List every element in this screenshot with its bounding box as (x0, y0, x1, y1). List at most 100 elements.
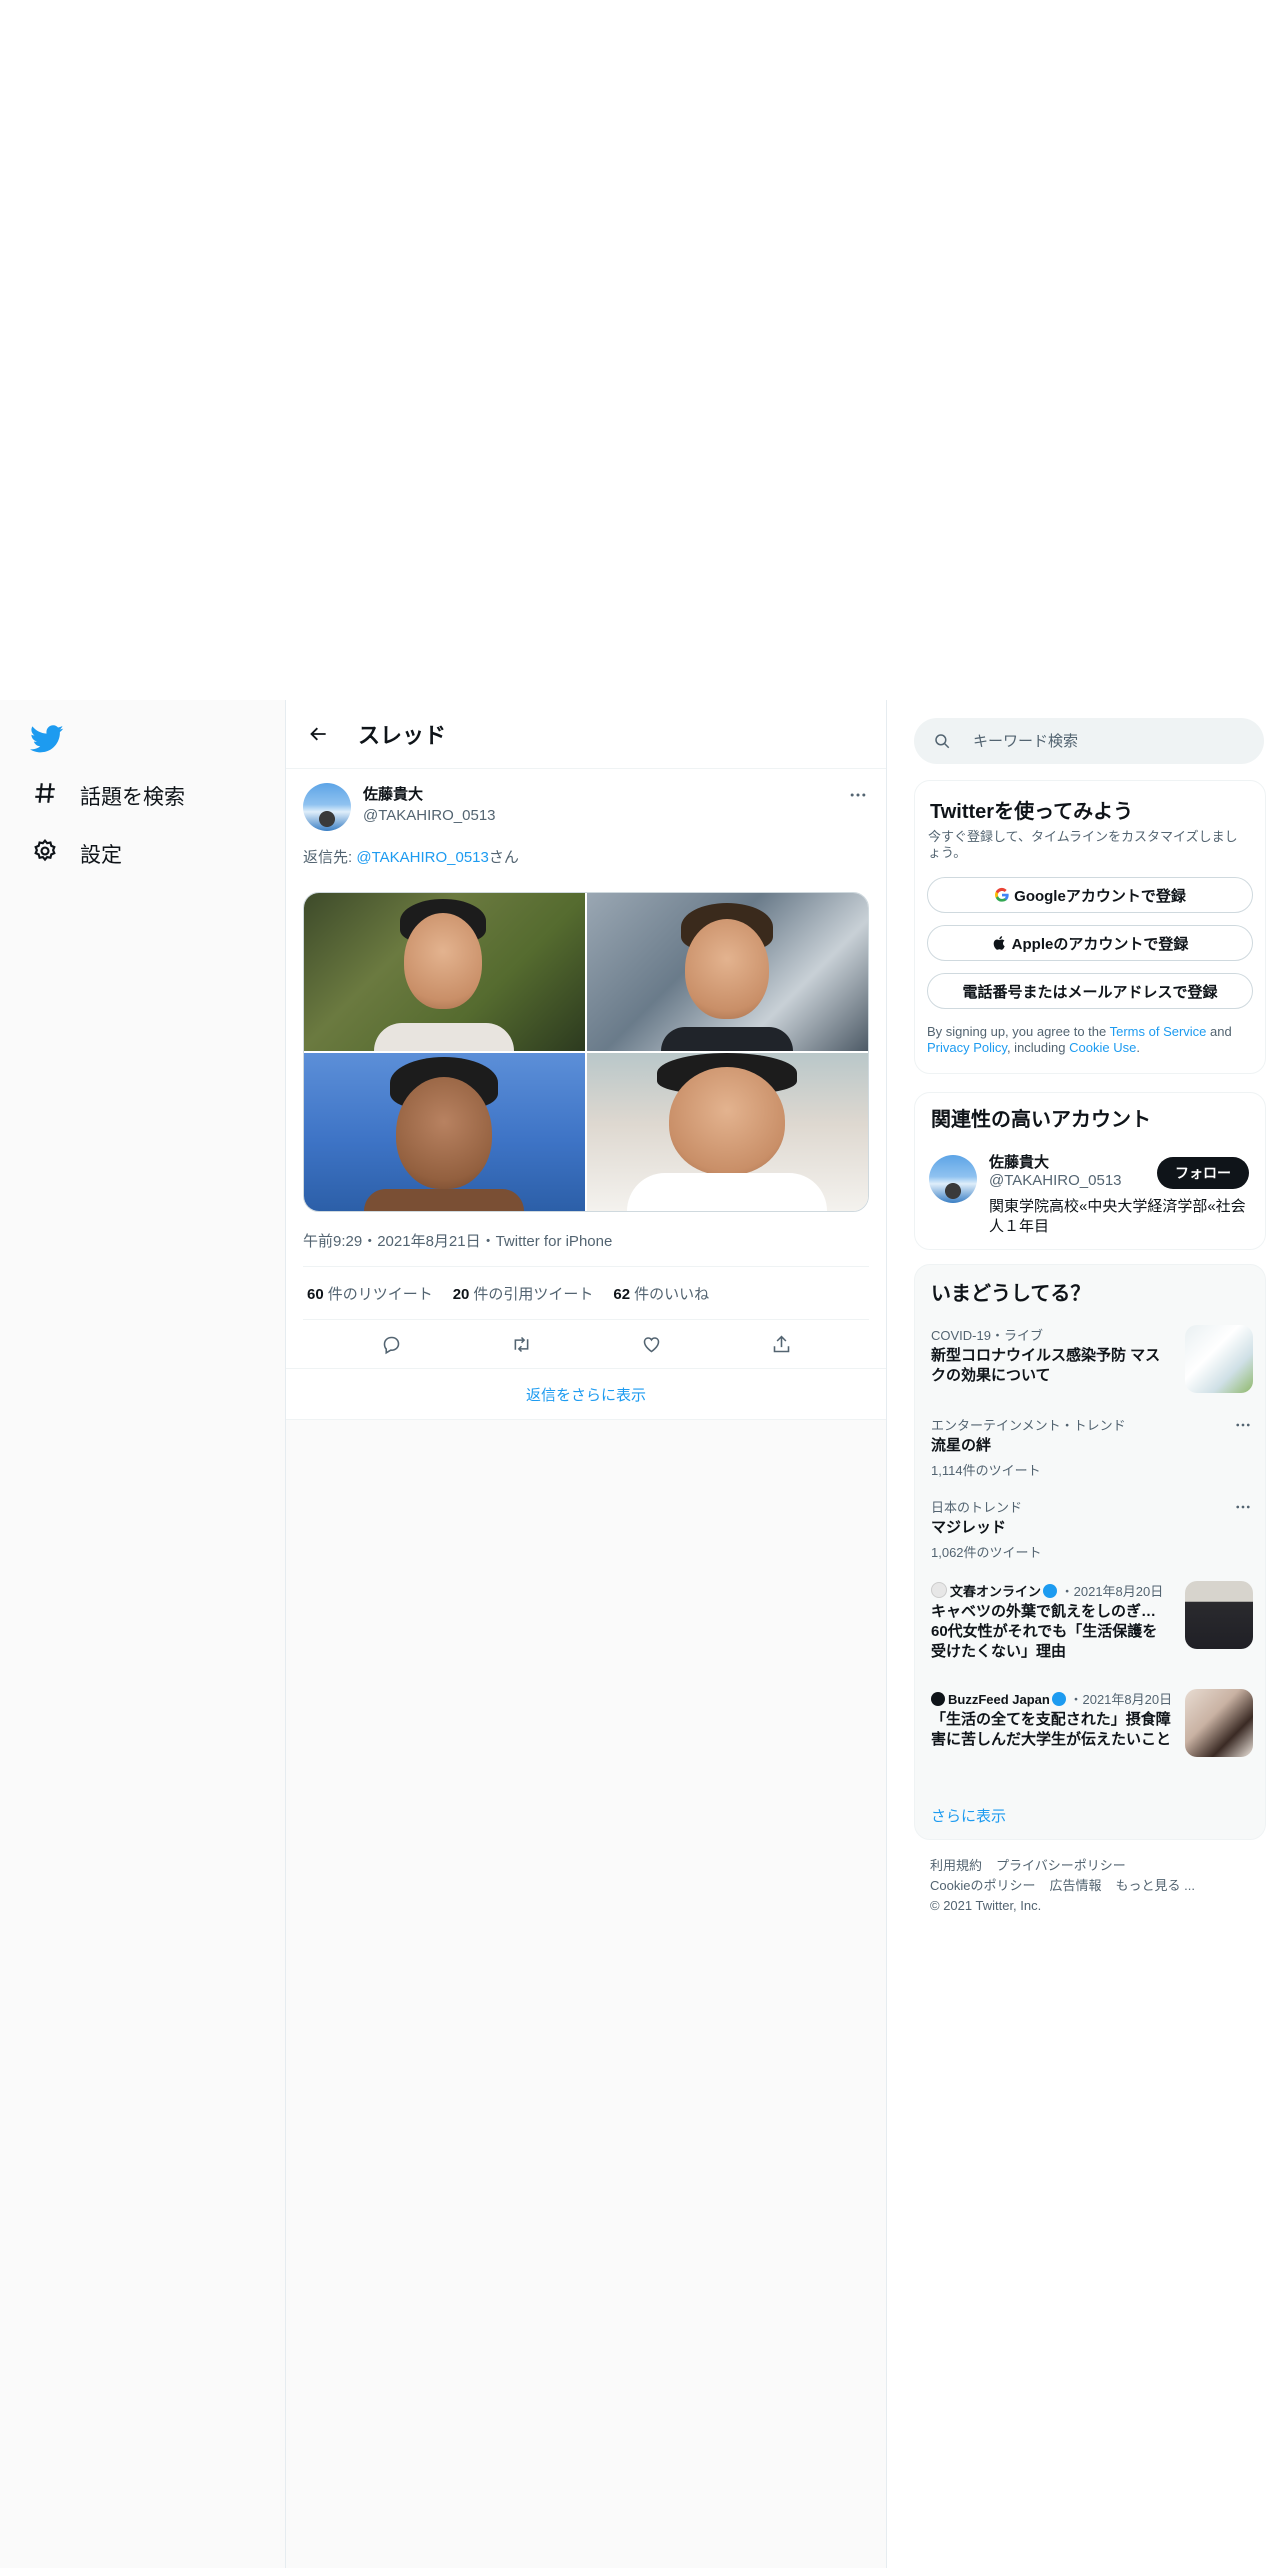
more-dots-icon[interactable] (1233, 1497, 1253, 1517)
show-more-trends-link[interactable]: さらに表示 (931, 1805, 1006, 1826)
share-button[interactable] (763, 1326, 799, 1362)
footer: 利用規約 プライバシーポリシー Cookieのポリシー 広告情報 もっと見る ... … (930, 1856, 1260, 1916)
apple-icon (993, 936, 1005, 950)
news-source-icon (931, 1692, 945, 1706)
news-date: ・2021年8月20日 (1060, 1584, 1164, 1599)
copyright: © 2021 Twitter, Inc. (930, 1898, 1042, 1913)
retweet-icon (514, 1336, 528, 1352)
footer-link-ads[interactable]: 広告情報 (1049, 1878, 1101, 1893)
news-title: キャベツの外葉で飢えをしのぎ…60代女性がそれでも「生活保護を受けたくない」理由 (931, 1603, 1158, 1660)
terms-text: By signing up, you agree to the (927, 1024, 1110, 1039)
quotes-stat[interactable]: 20 件の引用ツイート (453, 1283, 594, 1304)
related-bio: 関東学院高校«中央大学経済学部«社会人１年目 (989, 1198, 1246, 1235)
news-source-icon (931, 1582, 947, 1598)
footer-link-more[interactable]: もっと見る ... (1115, 1878, 1194, 1893)
nav-settings[interactable]: 設定 (32, 838, 122, 870)
more-dots-icon[interactable] (1233, 1415, 1253, 1435)
signup-terms: By signing up, you agree to the Terms of… (927, 1024, 1253, 1056)
reply-to: 返信先: @TAKAHIRO_0513さん (286, 833, 886, 868)
share-icon (773, 1335, 789, 1352)
nav-explore[interactable]: 話題を検索 (32, 780, 185, 812)
search-input[interactable] (971, 731, 1235, 751)
thread-header: スレッド (286, 700, 886, 769)
quotes-label: 件の引用ツイート (473, 1285, 594, 1303)
trend-thumbnail[interactable] (1185, 1325, 1253, 1393)
left-nav: 話題を検索 設定 (0, 700, 285, 2568)
footer-links-row: 利用規約 プライバシーポリシー (930, 1856, 1260, 1876)
follow-button[interactable]: フォロー (1157, 1157, 1249, 1189)
likes-stat[interactable]: 62 件のいいね (613, 1283, 709, 1304)
news-thumbnail[interactable] (1185, 1581, 1253, 1649)
trends-title: いまどうしてる？ (931, 1283, 1091, 1305)
terms-text: , including (1006, 1040, 1070, 1055)
tweet-photo-3[interactable] (304, 1053, 585, 1211)
phone-email-signup-label: 電話番号またはメールアドレスで登録 (962, 983, 1218, 1001)
retweets-label: 件のリツイート (327, 1285, 433, 1303)
trend-title: 新型コロナウイルス感染予防 マスクの効果について (931, 1347, 1161, 1384)
like-button[interactable] (633, 1326, 669, 1362)
reply-icon (383, 1336, 399, 1354)
trend-item[interactable]: 日本のトレンド マジレッド 1,062件のツイート (931, 1497, 1253, 1561)
signup-subtitle: 今すぐ登録して、タイムラインをカスタマイズしましょう。 (928, 829, 1238, 860)
news-title: 「生活の全てを支配された」摂食障害に苦しんだ大学生が伝えたいこと (931, 1711, 1172, 1748)
nav-settings-label: 設定 (80, 844, 122, 867)
trend-context: 日本のトレンド (931, 1500, 1023, 1515)
twitter-logo-icon[interactable] (30, 722, 70, 762)
news-item[interactable]: BuzzFeed Japan ・2021年8月20日 「生活の全てを支配された」… (931, 1689, 1253, 1757)
app: 話題を検索 設定 スレッド 佐藤貴大 @TAKAHIRO_0513 返信先: @… (0, 700, 1284, 2568)
heart-icon (643, 1336, 659, 1352)
apple-signup-label: Appleのアカウントで登録 (1011, 935, 1189, 953)
verified-badge-icon (1043, 1584, 1058, 1598)
related-title: 関連性の高いアカウント (931, 1109, 1151, 1131)
news-item[interactable]: 文春オンライン ・2021年8月20日 キャベツの外葉で飢えをしのぎ…60代女性… (931, 1581, 1253, 1662)
footer-link-privacy[interactable]: プライバシーポリシー (996, 1858, 1126, 1873)
news-source: BuzzFeed Japan (948, 1692, 1050, 1707)
tweet-media-grid (303, 892, 869, 1212)
google-signup-button[interactable]: Googleアカウントで登録 (927, 877, 1253, 913)
cookie-use-link[interactable]: Cookie Use (1069, 1040, 1136, 1055)
back-button[interactable] (301, 716, 337, 752)
hashtag-icon (32, 780, 58, 812)
search-box[interactable] (914, 718, 1264, 764)
phone-email-signup-button[interactable]: 電話番号またはメールアドレスで登録 (927, 973, 1253, 1009)
tweet: 佐藤貴大 @TAKAHIRO_0513 返信先: @TAKAHIRO_0513さ… (286, 769, 886, 1420)
retweets-stat[interactable]: 60 件のリツイート (307, 1283, 433, 1304)
news-date: ・2021年8月20日 (1069, 1692, 1171, 1707)
arrow-left-icon (310, 727, 326, 741)
news-source-line: BuzzFeed Japan ・2021年8月20日 (931, 1689, 1171, 1708)
show-more-replies-link[interactable]: 返信をさらに表示 (286, 1368, 886, 1420)
footer-link-terms[interactable]: 利用規約 (930, 1858, 982, 1873)
gear-icon (32, 838, 58, 870)
tweet-photo-2[interactable] (587, 893, 868, 1051)
footer-links-row: Cookieのポリシー 広告情報 もっと見る ... (930, 1876, 1260, 1896)
google-signup-label: Googleアカウントで登録 (1014, 887, 1186, 905)
tweet-timestamp[interactable]: 午前9:29・2021年8月21日・Twitter for iPhone (286, 1212, 886, 1266)
footer-link-cookies[interactable]: Cookieのポリシー (930, 1878, 1035, 1893)
reply-button[interactable] (373, 1326, 409, 1362)
retweet-button[interactable] (503, 1326, 539, 1362)
apple-signup-button[interactable]: Appleのアカウントで登録 (927, 925, 1253, 961)
tweet-photo-4[interactable] (587, 1053, 868, 1211)
trend-title: マジレッド (931, 1519, 1007, 1536)
privacy-policy-link[interactable]: Privacy Policy (927, 1040, 1007, 1055)
tweet-photo-1[interactable] (304, 893, 585, 1051)
trend-context: エンターテインメント・トレンド (931, 1418, 1126, 1433)
reply-suffix: さん (488, 849, 519, 866)
main-column: スレッド 佐藤貴大 @TAKAHIRO_0513 返信先: @TAKAHIRO_… (285, 700, 887, 2568)
reply-handle-link[interactable]: @TAKAHIRO_0513 (356, 849, 489, 866)
trend-item[interactable]: エンターテインメント・トレンド 流星の絆 1,114件のツイート (931, 1415, 1253, 1479)
related-handle[interactable]: @TAKAHIRO_0513 (989, 1172, 1122, 1189)
terms-text: and (1206, 1024, 1232, 1039)
avatar[interactable] (929, 1155, 977, 1203)
news-thumbnail[interactable] (1185, 1689, 1253, 1757)
terms-of-service-link[interactable]: Terms of Service (1110, 1024, 1207, 1039)
signup-title: Twitterを使ってみよう (930, 801, 1134, 823)
tweet-author[interactable]: 佐藤貴大 @TAKAHIRO_0513 (363, 783, 496, 824)
more-options-button[interactable] (844, 781, 872, 809)
more-dots-icon (850, 793, 866, 797)
avatar[interactable] (303, 783, 351, 831)
trend-item[interactable]: COVID-19・ライブ 新型コロナウイルス感染予防 マスクの効果について (931, 1325, 1253, 1393)
page-title: スレッド (358, 723, 447, 748)
signup-card: Twitterを使ってみよう 今すぐ登録して、タイムラインをカスタマイズしましょ… (914, 780, 1266, 1074)
related-name[interactable]: 佐藤貴大 (989, 1151, 1049, 1172)
